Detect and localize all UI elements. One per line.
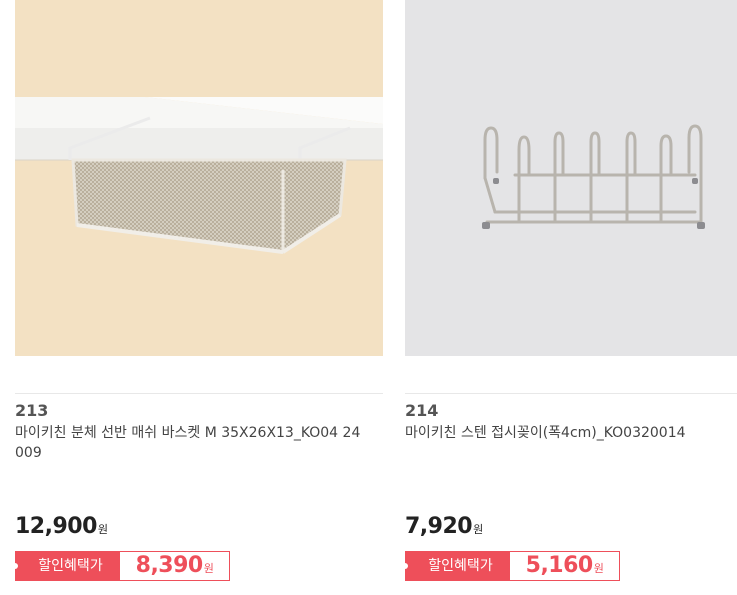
product-image[interactable] (15, 0, 383, 356)
product-card-214[interactable]: 214 마이키친 스텐 접시꽂이(폭4cm)_KO0320014 7,920원 … (402, 0, 737, 581)
dish-rack-image (405, 0, 737, 356)
discount-price: 8,390원 (120, 551, 230, 581)
discount-label: 할인혜택가 (402, 551, 510, 581)
bullet-dot-icon (12, 563, 18, 569)
discount-price-value: 5,160 (525, 553, 594, 578)
mesh-basket-image (15, 0, 383, 356)
discount-price-unit: 원 (593, 562, 604, 575)
product-name[interactable]: 마이키친 스텐 접시꽂이(폭4cm)_KO0320014 (405, 423, 737, 443)
product-number: 213 (15, 401, 49, 420)
price-unit: 원 (473, 523, 483, 536)
bullet-dot-icon (402, 563, 408, 569)
product-price: 7,920원 (405, 514, 483, 539)
discount-label-text: 할인혜택가 (38, 558, 103, 574)
discount-label: 할인혜택가 (12, 551, 120, 581)
discount-price-unit: 원 (203, 562, 214, 575)
divider (15, 393, 383, 394)
price-unit: 원 (97, 523, 108, 536)
product-name[interactable]: 마이키친 분체 선반 매쉬 바스켓 M 35X26X13_KO04 24009 (15, 423, 365, 463)
discount-price-box: 할인혜택가 5,160원 (402, 551, 620, 581)
product-image[interactable] (405, 0, 737, 356)
discount-price-value: 8,390 (135, 553, 204, 578)
product-price: 12,900원 (15, 514, 108, 539)
discount-label-text: 할인혜택가 (428, 558, 493, 574)
price-value: 12,900 (15, 514, 97, 539)
price-value: 7,920 (405, 514, 473, 539)
divider (405, 393, 737, 394)
discount-price-box: 할인혜택가 8,390원 (12, 551, 230, 581)
discount-price: 5,160원 (510, 551, 620, 581)
product-number: 214 (405, 401, 439, 420)
product-card-213[interactable]: 213 마이키친 분체 선반 매쉬 바스켓 M 35X26X13_KO04 24… (12, 0, 383, 581)
